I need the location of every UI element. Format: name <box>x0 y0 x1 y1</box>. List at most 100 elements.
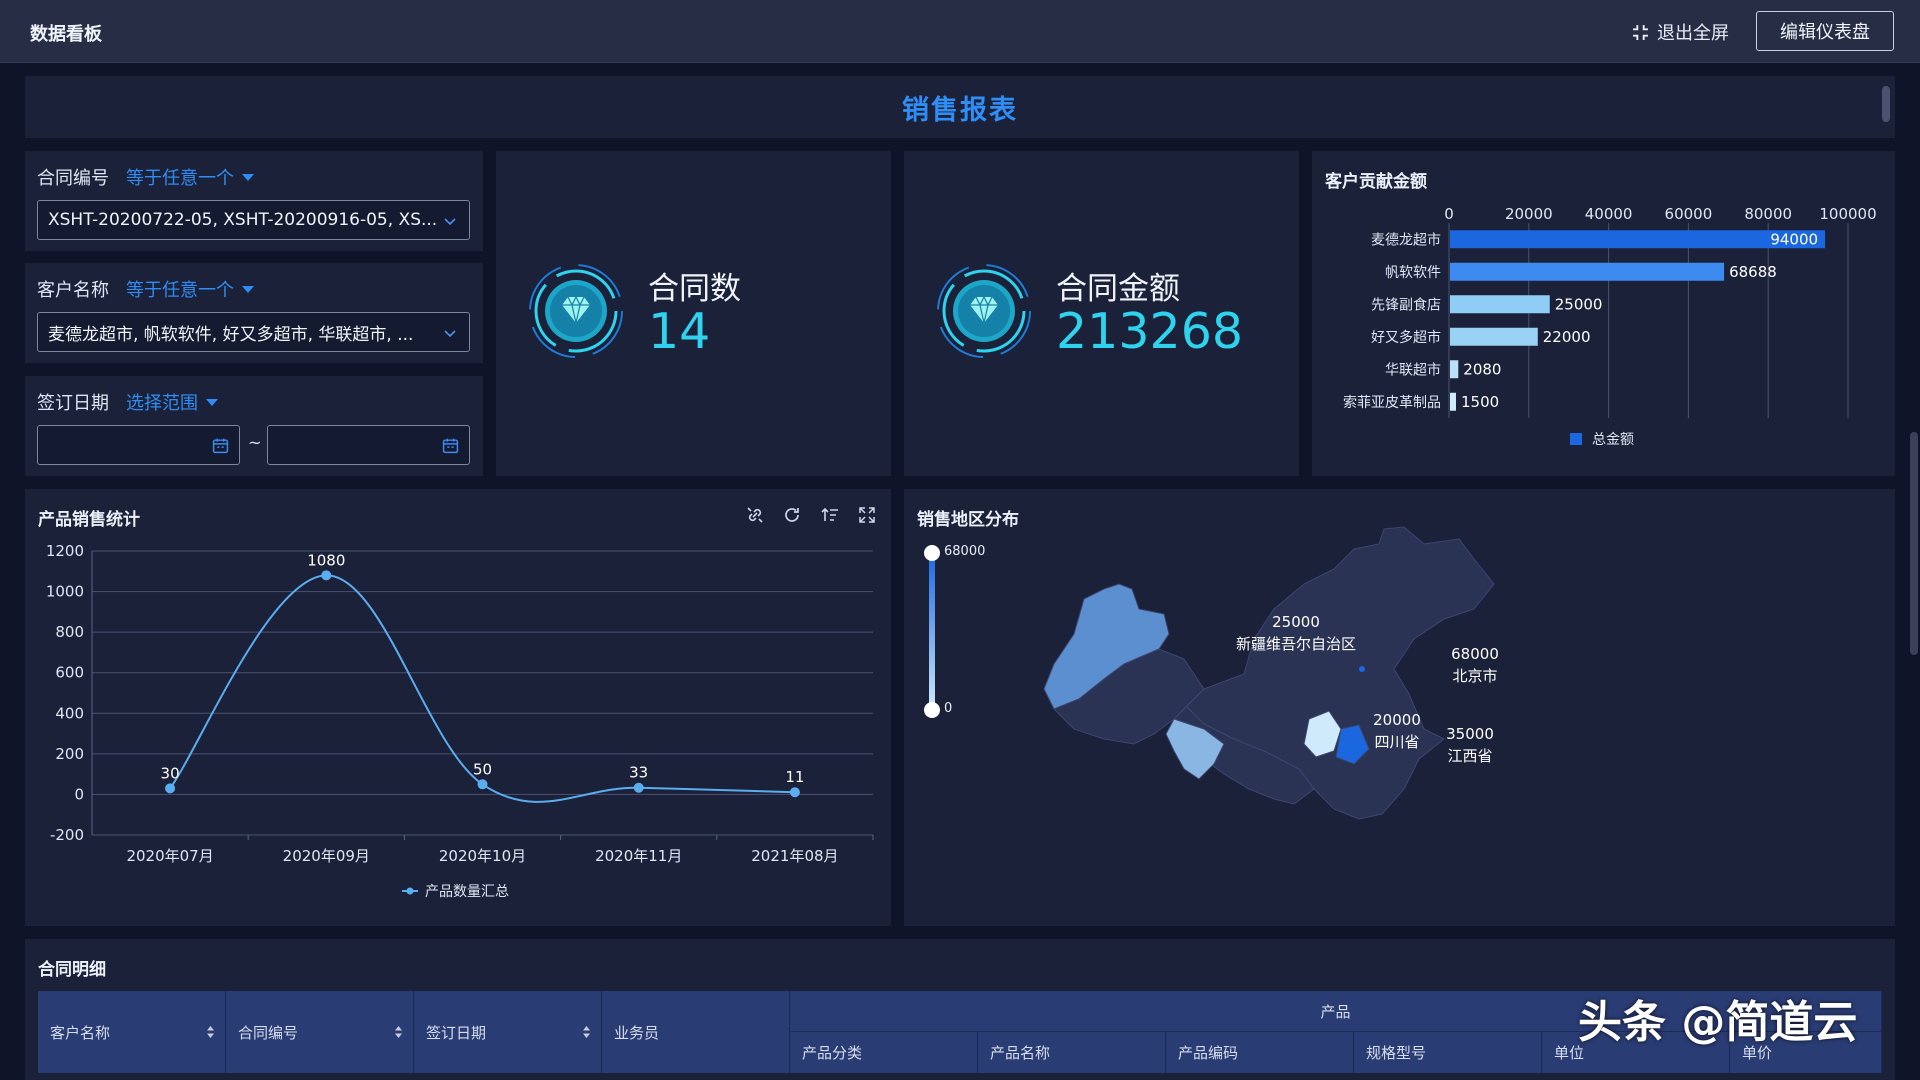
x-tick-label: 2020年09月 <box>283 847 370 865</box>
filter-sign-date: 签订日期 选择范围 ~ <box>25 376 483 476</box>
data-label: 68688 <box>1729 263 1777 281</box>
column-label: 业务员 <box>614 1023 660 1042</box>
y-tick-label: 麦德龙超市 <box>1371 231 1441 248</box>
column-header-product-code[interactable]: 产品编码 <box>1166 1032 1354 1073</box>
region-value-label: 68000 <box>1451 645 1499 663</box>
column-label: 产品编码 <box>1178 1044 1239 1062</box>
column-header-sign-date[interactable]: 签订日期 <box>414 991 602 1073</box>
data-point <box>321 570 332 581</box>
sort-icon[interactable] <box>206 1025 215 1039</box>
region-value-label: 20000 <box>1373 711 1421 729</box>
data-label: 11 <box>785 768 804 786</box>
filter-operator-label: 等于任意一个 <box>126 168 234 189</box>
y-tick-label: 400 <box>55 704 84 722</box>
exit-fullscreen-label: 退出全屏 <box>1657 23 1729 44</box>
caret-down-icon <box>206 398 218 406</box>
kpi-contract-amount: 合同金额 213268 <box>904 151 1299 476</box>
watermark: 头条 @简道云 <box>1578 997 1858 1048</box>
bar <box>1450 327 1538 346</box>
y-tick-label: 600 <box>55 664 84 682</box>
data-point <box>477 779 488 790</box>
column-header-product-name[interactable]: 产品名称 <box>978 1032 1166 1073</box>
start-date-input[interactable] <box>37 425 240 465</box>
column-group-label: 产品 <box>1320 1002 1351 1021</box>
region-name-label: 新疆维吾尔自治区 <box>1236 635 1356 653</box>
chevron-down-icon <box>444 218 456 226</box>
region-value-label: 35000 <box>1446 725 1494 743</box>
x-tick-label: 20000 <box>1505 205 1553 223</box>
report-scrollbar[interactable] <box>1882 86 1890 122</box>
bar <box>1450 262 1725 281</box>
report-title: 销售报表 <box>902 94 1018 126</box>
sort-icon[interactable] <box>394 1025 403 1039</box>
column-header-contract-no[interactable]: 合同编号 <box>226 991 414 1073</box>
edit-dashboard-button[interactable]: 编辑仪表盘 <box>1756 11 1894 51</box>
exit-fullscreen-button[interactable]: 退出全屏 <box>1632 19 1729 45</box>
customer-select[interactable]: 麦德龙超市, 帆软软件, 好又多超市, 华联超市, ... <box>37 312 470 352</box>
y-tick-label: 好又多超市 <box>1371 329 1441 346</box>
filter-operator-label: 等于任意一个 <box>126 280 234 301</box>
caret-down-icon <box>242 173 254 181</box>
exit-fullscreen-icon <box>1633 24 1648 40</box>
legend-label: 总金额 <box>1592 432 1634 448</box>
app-title: 数据看板 <box>30 24 102 45</box>
visual-map-min-label: 0 <box>944 701 952 716</box>
x-tick-label: 2020年11月 <box>595 847 682 865</box>
bar <box>1450 360 1459 379</box>
visual-map-max-label: 68000 <box>944 544 985 559</box>
data-label: 1080 <box>307 551 345 569</box>
bar <box>1450 230 1826 249</box>
bar <box>1450 295 1550 314</box>
x-tick-label: 2021年08月 <box>751 847 838 865</box>
report-header: 销售报表 <box>25 76 1895 138</box>
legend-swatch <box>1570 433 1582 445</box>
y-tick-label: 帆软软件 <box>1385 265 1441 281</box>
calendar-icon <box>442 438 459 454</box>
y-tick-label: 800 <box>55 623 84 641</box>
x-tick-label: 0 <box>1444 205 1454 223</box>
region-name-label: 四川省 <box>1374 733 1419 751</box>
data-label: 33 <box>629 764 648 782</box>
column-label: 签订日期 <box>426 1023 487 1042</box>
diamond-icon <box>529 264 623 358</box>
region-name-label: 北京市 <box>1452 667 1497 685</box>
select-value: XSHT-20200722-05, XSHT-20200916-05, XS..… <box>48 210 438 230</box>
kpi-label: 合同金额 <box>1056 271 1180 307</box>
caret-down-icon <box>242 285 254 293</box>
visual-map-handle-min[interactable] <box>924 702 940 718</box>
column-label: 规格型号 <box>1366 1044 1427 1062</box>
region-beijing[interactable] <box>1359 666 1365 672</box>
column-header-product-category[interactable]: 产品分类 <box>790 1032 978 1073</box>
column-header-customer[interactable]: 客户名称 <box>38 991 226 1073</box>
bar <box>1450 392 1456 411</box>
x-tick-label: 60000 <box>1665 205 1713 223</box>
filter-operator-dropdown[interactable]: 等于任意一个 <box>126 164 254 190</box>
column-label: 合同编号 <box>238 1023 299 1042</box>
end-date-input[interactable] <box>267 425 470 465</box>
diamond-icon <box>937 264 1031 358</box>
contract-no-select[interactable]: XSHT-20200722-05, XSHT-20200916-05, XS..… <box>37 200 470 240</box>
region-distribution-chart: 销售地区分布 68000 0 25000 新疆维吾尔自治区 68000 北京市 … <box>904 489 1895 926</box>
filter-operator-dropdown[interactable]: 选择范围 <box>126 389 218 415</box>
data-label: 2080 <box>1463 360 1501 378</box>
region-name-label: 江西省 <box>1447 747 1492 765</box>
column-header-salesperson[interactable]: 业务员 <box>602 991 790 1073</box>
column-label: 客户名称 <box>50 1023 111 1042</box>
sort-icon[interactable] <box>582 1025 591 1039</box>
data-label: 25000 <box>1555 295 1603 313</box>
data-label: 50 <box>473 760 492 778</box>
column-header-spec[interactable]: 规格型号 <box>1354 1032 1542 1073</box>
x-tick-label: 2020年10月 <box>439 847 526 865</box>
visual-map-handle-max[interactable] <box>924 545 940 561</box>
y-tick-label: 200 <box>55 745 84 763</box>
filter-customer: 客户名称 等于任意一个 麦德龙超市, 帆软软件, 好又多超市, 华联超市, ..… <box>25 263 483 363</box>
filter-operator-dropdown[interactable]: 等于任意一个 <box>126 276 254 302</box>
kpi-value: 213268 <box>1056 303 1244 360</box>
filter-contract-no: 合同编号 等于任意一个 XSHT-20200722-05, XSHT-20200… <box>25 151 483 251</box>
data-label: 1500 <box>1461 393 1499 411</box>
y-tick-label: 1000 <box>46 583 84 601</box>
visual-map-bar[interactable] <box>929 553 935 710</box>
data-point <box>789 787 800 798</box>
filter-label: 客户名称 <box>37 280 109 301</box>
page-scrollbar[interactable] <box>1910 432 1918 655</box>
